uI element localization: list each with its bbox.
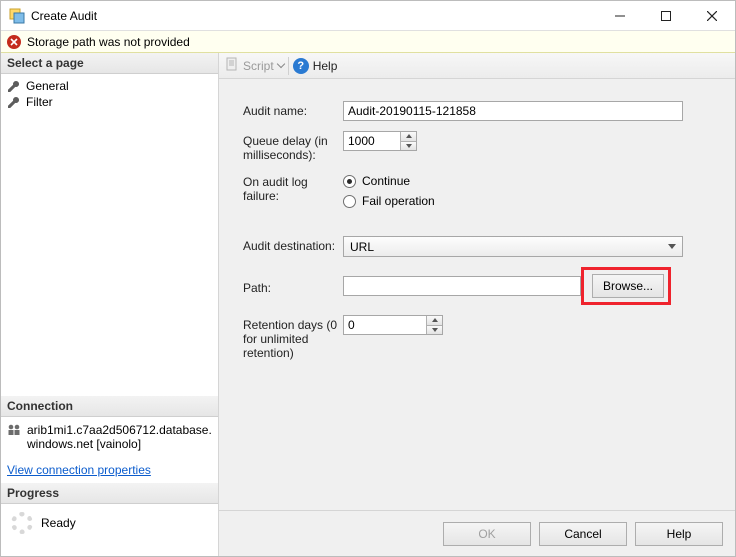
form: Audit name: Queue delay (in milliseconds… [219,79,735,510]
help-button[interactable]: ? Help [293,58,338,74]
retention-label: Retention days (0 for unlimited retentio… [243,315,343,360]
radio-icon [343,175,356,188]
cancel-button[interactable]: Cancel [539,522,627,546]
minimize-button[interactable] [597,1,643,31]
progress-status: Ready [41,516,76,530]
on-failure-label: On audit log failure: [243,172,343,203]
view-connection-properties-link[interactable]: View connection properties [1,457,218,483]
titlebar: Create Audit [1,1,735,31]
path-input[interactable] [343,276,581,296]
error-icon [7,35,21,49]
script-button[interactable]: Script [225,57,284,74]
sidebar-item-general[interactable]: General [7,78,212,94]
audit-destination-select[interactable]: URL [343,236,683,257]
audit-name-label: Audit name: [243,101,343,118]
browse-button[interactable]: Browse... [592,274,664,298]
arrow-up-icon [406,134,412,138]
help-button[interactable]: Help [635,522,723,546]
toolbar: Script ? Help [219,53,735,79]
queue-delay-down-button[interactable] [400,142,416,151]
error-bar: Storage path was not provided [1,31,735,53]
app-icon [9,8,25,24]
queue-delay-up-button[interactable] [400,132,416,142]
browse-highlight: Browse... [581,267,671,305]
queue-delay-label: Queue delay (in milliseconds): [243,131,343,162]
script-icon [225,57,239,74]
script-label: Script [243,59,274,73]
connection-info: arib1mi1.c7aa2d506712.database.windows.n… [7,421,212,453]
connection-value: arib1mi1.c7aa2d506712.database.windows.n… [27,423,212,451]
sidebar-item-label: Filter [26,95,53,109]
server-icon [7,423,21,440]
audit-destination-value: URL [350,240,374,254]
sidebar: Select a page General Filter Connection [1,53,219,556]
create-audit-window: Create Audit Storage path was not provid… [0,0,736,557]
radio-continue[interactable]: Continue [343,174,435,188]
path-label: Path: [243,278,343,295]
audit-name-input[interactable] [343,101,683,121]
radio-fail-operation[interactable]: Fail operation [343,194,435,208]
dialog-button-bar: OK Cancel Help [219,510,735,556]
window-title: Create Audit [31,9,597,23]
wrench-icon [7,80,20,93]
progress-header: Progress [1,483,218,504]
arrow-up-icon [432,318,438,322]
sidebar-item-filter[interactable]: Filter [7,94,212,110]
arrow-down-icon [406,144,412,148]
sidebar-item-label: General [26,79,69,93]
wrench-icon [7,96,20,109]
audit-destination-label: Audit destination: [243,236,343,253]
retention-down-button[interactable] [426,326,442,335]
retention-up-button[interactable] [426,316,442,326]
error-message: Storage path was not provided [27,35,190,49]
radio-fail-label: Fail operation [362,194,435,208]
progress-spinner-icon [11,512,33,534]
connection-header: Connection [1,396,218,417]
maximize-button[interactable] [643,1,689,31]
main-panel: Script ? Help Audit name: Queue delay (i… [219,53,735,556]
select-page-header: Select a page [1,53,218,74]
chevron-down-icon [276,60,284,68]
help-label: Help [313,59,338,73]
radio-icon [343,195,356,208]
radio-continue-label: Continue [362,174,410,188]
ok-button[interactable]: OK [443,522,531,546]
close-button[interactable] [689,1,735,31]
help-icon: ? [293,58,309,74]
arrow-down-icon [432,328,438,332]
